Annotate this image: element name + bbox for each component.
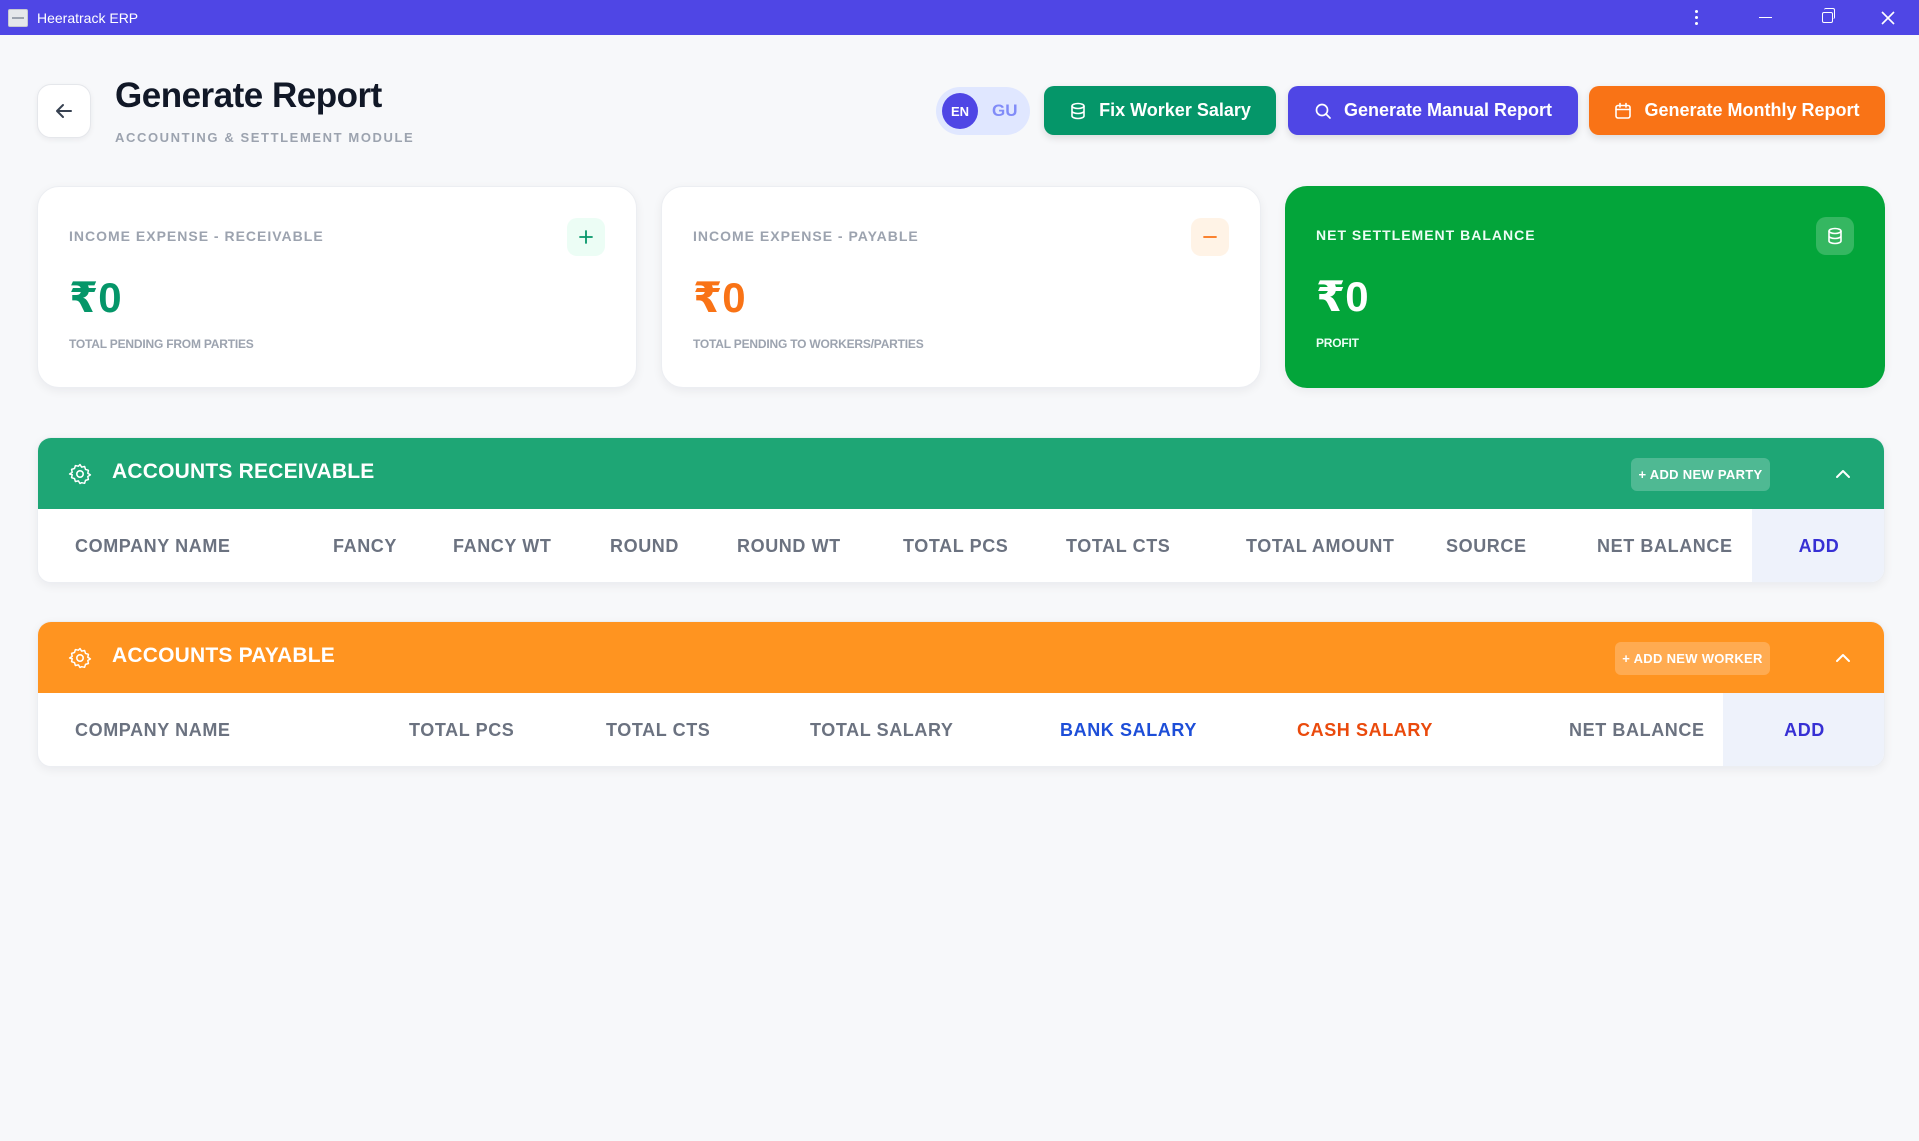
page-subtitle: ACCOUNTING & SETTLEMENT MODULE [115,130,415,145]
column-header: TOTAL SALARY [810,720,954,740]
column-header: ROUND [610,536,679,556]
generate-monthly-report-label: Generate Monthly Report [1644,100,1860,120]
receivable-summary-card: INCOME EXPENSE - RECEIVABLE ₹0 TOTAL PEN… [37,186,637,388]
minimize-button[interactable] [1736,0,1794,35]
column-header: BANK SALARY [1060,720,1197,740]
page-title: Generate Report [115,76,382,115]
card-note: TOTAL PENDING TO WORKERS/PARTIES [693,337,924,351]
card-label: INCOME EXPENSE - PAYABLE [693,228,919,244]
window-title: Heeratrack ERP [37,9,139,26]
column-header: SOURCE [1446,536,1527,556]
database-icon [1071,102,1085,119]
card-note: PROFIT [1316,336,1359,350]
lang-en-option[interactable]: EN [942,93,978,129]
section-title: ACCOUNTS RECEIVABLE [112,460,375,483]
card-label: INCOME EXPENSE - RECEIVABLE [69,228,324,244]
generate-manual-report-button[interactable]: Generate Manual Report [1288,86,1578,135]
card-label: NET SETTLEMENT BALANCE [1316,227,1536,243]
search-icon [1315,103,1331,119]
back-button[interactable] [37,84,91,138]
add-new-worker-button[interactable]: + ADD NEW WORKER [1615,642,1770,675]
column-header: FANCY WT [453,536,552,556]
card-amount: ₹0 [1316,273,1369,320]
card-amount: ₹0 [69,274,122,321]
calendar-icon [1615,102,1632,119]
generate-monthly-report-button[interactable]: Generate Monthly Report [1589,86,1885,135]
column-header-add: ADD [1752,509,1884,582]
database-icon [1816,217,1854,255]
app-logo-icon [8,8,28,27]
column-header: CASH SALARY [1297,720,1433,740]
section-header[interactable]: ACCOUNTS PAYABLE + ADD NEW WORKER [38,622,1884,693]
close-button[interactable] [1859,0,1917,35]
accounts-payable-section: ACCOUNTS PAYABLE + ADD NEW WORKER COMPAN… [37,621,1885,767]
card-note: TOTAL PENDING FROM PARTIES [69,337,254,351]
column-header-add: ADD [1723,693,1884,766]
net-settlement-card: NET SETTLEMENT BALANCE ₹0 PROFIT [1285,186,1885,388]
generate-manual-report-label: Generate Manual Report [1343,100,1553,120]
plus-icon[interactable] [567,218,605,256]
column-header: FANCY [333,536,398,556]
column-header: NET BALANCE [1597,536,1733,556]
column-header: TOTAL AMOUNT [1246,536,1395,556]
column-header: TOTAL PCS [903,536,1009,556]
lang-gu-option[interactable]: GU [992,101,1018,121]
table-header-row: COMPANY NAME TOTAL PCS TOTAL CTS TOTAL S… [38,693,1884,766]
gear-icon [68,463,92,485]
payable-summary-card: INCOME EXPENSE - PAYABLE ₹0 TOTAL PENDIN… [661,186,1261,388]
close-icon [1881,10,1895,25]
chevron-up-icon[interactable] [1833,464,1853,484]
window-titlebar: Heeratrack ERP [0,0,1919,35]
column-header: TOTAL PCS [409,720,515,740]
column-header: COMPANY NAME [75,536,231,556]
arrow-left-icon [56,104,72,118]
chevron-up-icon[interactable] [1833,648,1853,668]
column-header: NET BALANCE [1569,720,1705,740]
section-title: ACCOUNTS PAYABLE [112,644,335,667]
fix-worker-salary-button[interactable]: Fix Worker Salary [1044,86,1276,135]
gear-icon [68,647,92,669]
fix-worker-salary-label: Fix Worker Salary [1099,100,1251,120]
column-header: ROUND WT [737,536,841,556]
restore-button[interactable] [1798,0,1856,35]
accounts-receivable-section: ACCOUNTS RECEIVABLE + ADD NEW PARTY COMP… [37,437,1885,583]
table-header-row: COMPANY NAME FANCY FANCY WT ROUND ROUND … [38,509,1884,582]
card-amount: ₹0 [693,274,746,321]
more-options-icon[interactable] [1666,0,1726,35]
column-header: COMPANY NAME [75,720,231,740]
language-toggle[interactable]: EN GU [936,87,1030,135]
add-new-party-button[interactable]: + ADD NEW PARTY [1631,458,1770,491]
minus-icon[interactable] [1191,218,1229,256]
column-header: TOTAL CTS [606,720,711,740]
section-header[interactable]: ACCOUNTS RECEIVABLE + ADD NEW PARTY [38,438,1884,509]
column-header: TOTAL CTS [1066,536,1171,556]
